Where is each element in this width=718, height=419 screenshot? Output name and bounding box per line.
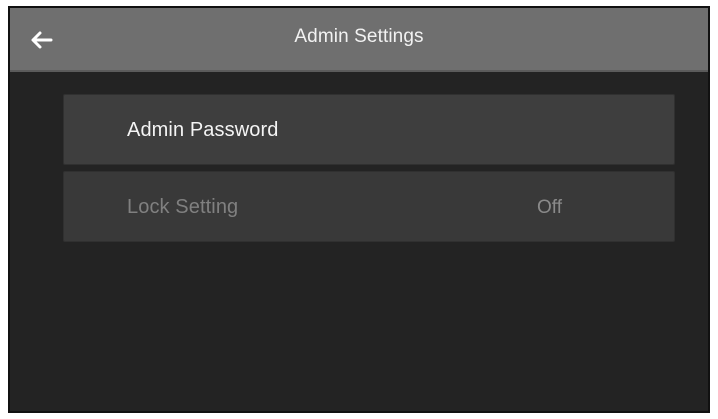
admin-password-setting[interactable]: Admin Password	[63, 94, 675, 165]
top-bar: Admin Settings	[10, 8, 708, 72]
page-title: Admin Settings	[294, 26, 424, 47]
settings-panel: Admin Password Lock Setting Off	[10, 72, 708, 411]
lock-setting-value: Off	[537, 197, 562, 218]
device-screen: Admin Settings Admin Password Lock Setti…	[8, 6, 710, 413]
admin-password-label: Admin Password	[127, 119, 279, 141]
lock-setting-row: Lock Setting Off	[63, 171, 675, 242]
lock-setting-label: Lock Setting	[127, 196, 239, 218]
